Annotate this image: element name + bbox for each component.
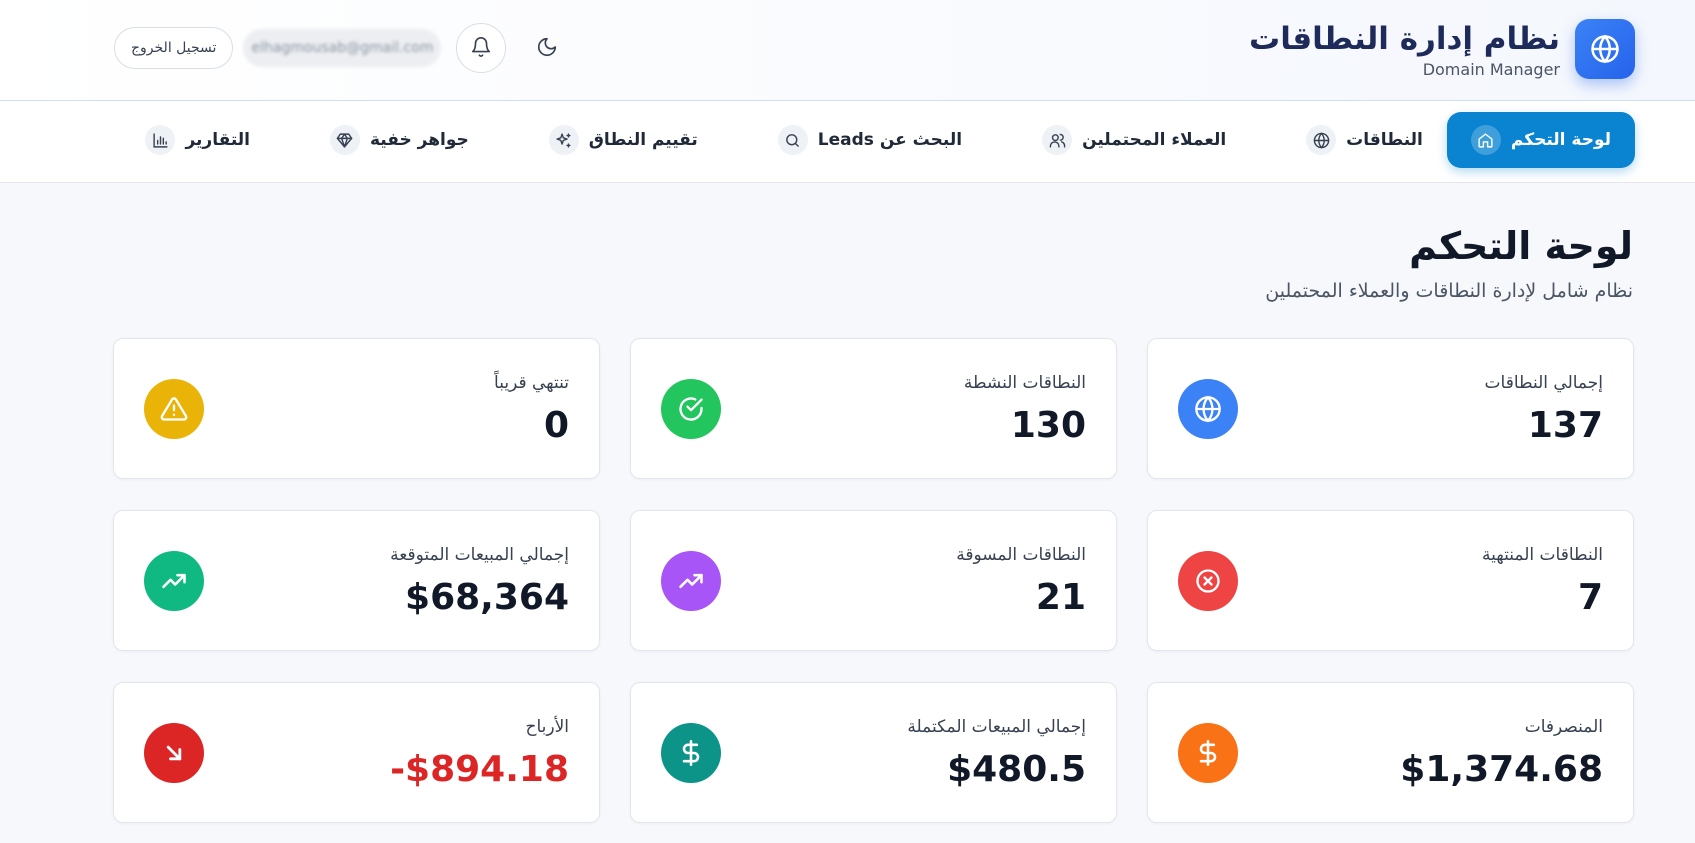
nav-list: لوحة التحكم النطاقات العملاء المحتملين ا… [89,112,1635,168]
nav-label: لوحة التحكم [1510,130,1611,150]
nav-label: البحث عن Leads [817,130,963,150]
header-actions: تسجيل الخروج elhagmousab@gmail.com [114,23,569,73]
stat-label: النطاقات النشطة [963,373,1086,393]
bell-icon [470,36,492,61]
nav-item-hidden-gems[interactable]: جواهر خفية [306,112,493,168]
stat-value: 0 [543,405,569,446]
stats-grid: إجمالي النطاقات 137 النطاقات النشطة 130 … [113,338,1634,823]
app-subtitle: Domain Manager [1422,59,1560,79]
stat-value: $68,364 [405,577,569,618]
globe-icon [1306,125,1337,155]
sparkles-icon [548,125,579,155]
globe-icon [1178,379,1238,439]
page-title: لوحة التحكم [1409,224,1633,268]
stat-card-expiring-soon: تنتهي قريباً 0 [113,338,600,479]
moon-icon [536,36,558,61]
stat-label: النطاقات المنتهية [1482,545,1603,565]
stat-value: $480.5 [947,749,1086,790]
stat-label: المنصرفات [1524,717,1603,737]
notifications-button[interactable] [456,23,507,73]
stat-label: إجمالي المبيعات المكتملة [907,717,1086,737]
nav-item-domains[interactable]: النطاقات [1282,112,1447,168]
nav-item-lead-search[interactable]: البحث عن Leads [754,112,986,168]
stat-value: 137 [1527,405,1603,446]
stat-label: إجمالي النطاقات [1484,373,1603,393]
trending-up-icon [144,551,204,611]
nav-label: التقارير [185,130,250,150]
bar-chart-icon [145,125,176,155]
stat-label: إجمالي المبيعات المتوقعة [390,545,569,565]
nav-label: جواهر خفية [369,130,469,150]
main-nav: لوحة التحكم النطاقات العملاء المحتملين ا… [0,101,1695,183]
users-icon [1042,125,1073,155]
stat-card-marketed-domains: النطاقات المسوقة 21 [630,510,1117,651]
check-circle-icon [661,379,721,439]
dollar-icon [661,723,721,783]
stat-label: النطاقات المسوقة [956,545,1086,565]
stat-value: -$894.18 [390,749,569,790]
stat-card-expired-domains: النطاقات المنتهية 7 [1147,510,1634,651]
stat-card-expenses: المنصرفات $1,374.68 [1147,682,1634,823]
nav-item-dashboard[interactable]: لوحة التحكم [1446,112,1635,168]
stat-card-active-domains: النطاقات النشطة 130 [630,338,1117,479]
app-title: نظام إدارة النطاقات [1249,20,1560,57]
nav-item-reports[interactable]: التقارير [121,112,274,168]
user-email: elhagmousab@gmail.com [243,29,442,67]
nav-label: النطاقات [1346,130,1423,150]
top-header: نظام إدارة النطاقات Domain Manager تسجيل… [0,0,1695,101]
gem-icon [329,125,360,155]
dollar-icon [1178,723,1238,783]
stat-value: $1,374.68 [1400,749,1603,790]
theme-toggle-button[interactable] [525,26,569,70]
stat-card-expected-sales: إجمالي المبيعات المتوقعة $68,364 [113,510,600,651]
stat-card-total-domains: إجمالي النطاقات 137 [1147,338,1634,479]
stat-value: 7 [1577,577,1603,618]
trending-up-icon [661,551,721,611]
nav-item-leads[interactable]: العملاء المحتملين [1018,112,1250,168]
page-header: لوحة التحكم نظام شامل لإدارة النطاقات وا… [1265,222,1633,302]
arrow-down-right-icon [144,723,204,783]
home-icon [1470,125,1501,155]
nav-item-domain-evaluation[interactable]: تقييم النطاق [525,112,722,168]
page-subtitle: نظام شامل لإدارة النطاقات والعملاء المحت… [1265,280,1633,302]
nav-label: العملاء المحتملين [1082,130,1227,150]
search-icon [777,125,808,155]
warning-icon [144,379,204,439]
stat-label: تنتهي قريباً [494,373,569,393]
stat-card-completed-sales: إجمالي المبيعات المكتملة $480.5 [630,682,1117,823]
nav-label: تقييم النطاق [588,130,698,150]
stat-value: 130 [1010,405,1086,446]
globe-icon [1575,19,1635,79]
stat-label: الأرباح [525,717,569,737]
stat-value: 21 [1035,577,1086,618]
brand: نظام إدارة النطاقات Domain Manager [1249,18,1635,80]
stat-card-profits: الأرباح -$894.18 [113,682,600,823]
x-circle-icon [1178,551,1238,611]
logout-button[interactable]: تسجيل الخروج [114,27,234,69]
